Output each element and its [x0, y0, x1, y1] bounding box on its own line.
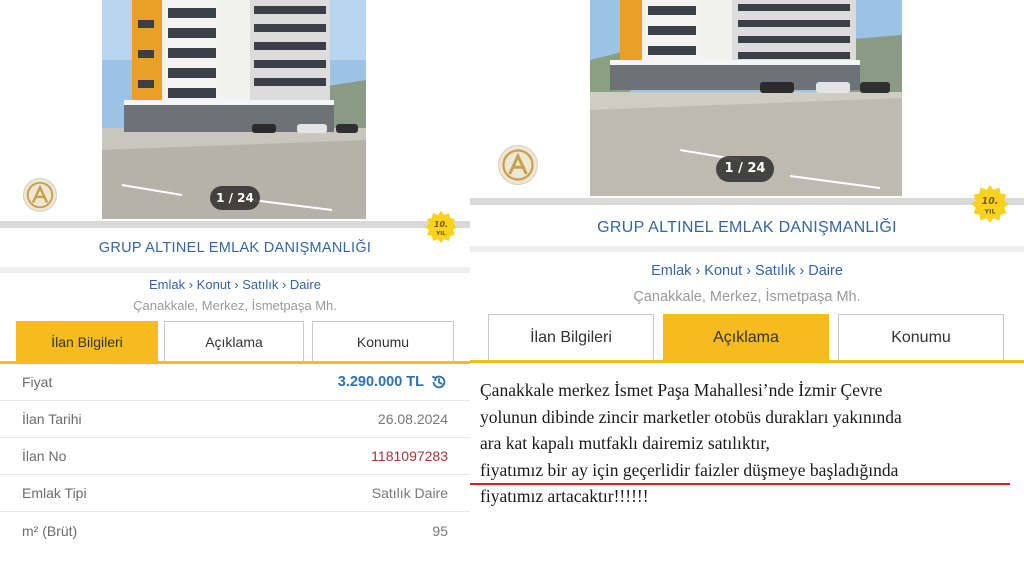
- tab-listing-info[interactable]: İlan Bilgileri: [488, 314, 654, 362]
- section-separator: [470, 246, 1024, 252]
- header-divider: [0, 221, 470, 228]
- description-line: Çanakkale merkez İsmet Paşa Mahallesi’nd…: [480, 380, 883, 400]
- description-line: yolunun dibinde zincir marketler otobüs …: [480, 406, 902, 427]
- listing-date-label: İlan Tarihi: [22, 411, 82, 427]
- tab-listing-info[interactable]: İlan Bilgileri: [16, 321, 158, 363]
- info-row-price: Fiyat 3.290.000 TL: [0, 364, 470, 401]
- info-row-listing-date: İlan Tarihi 26.08.2024: [0, 401, 470, 438]
- breadcrumb[interactable]: Emlak › Konut › Satılık › Daire: [0, 277, 470, 292]
- tab-description[interactable]: Açıklama: [164, 321, 304, 363]
- photo-counter: 1 / 24: [716, 156, 774, 182]
- info-row-property-type: Emlak Tipi Satılık Daire: [0, 475, 470, 512]
- listing-no-value: 1181097283: [371, 448, 448, 464]
- highlight-underline: [470, 483, 1010, 485]
- price-value: 3.290.000 TL: [337, 374, 424, 390]
- price-history-icon[interactable]: [430, 373, 448, 391]
- badge-word: YIL: [983, 207, 995, 215]
- tab-underline: [470, 360, 1024, 363]
- header-divider: [470, 198, 1024, 205]
- section-separator: [0, 267, 470, 273]
- info-table: Fiyat 3.290.000 TL İlan Tarihi 26.08.202…: [0, 364, 470, 549]
- location-text: Çanakkale, Merkez, İsmetpaşa Mh.: [633, 289, 861, 305]
- gross-area-value: 95: [432, 522, 448, 539]
- tab-bar: İlan Bilgileri Açıklama Konumu: [16, 321, 454, 363]
- description-line: ara kat kapalı mutfaklı dairemiz satılık…: [480, 433, 770, 453]
- tab-location[interactable]: Konumu: [312, 321, 454, 363]
- listing-details-screen: 1 / 24 10. YIL GRUP ALTINEL EMLAK DANIŞM…: [0, 0, 470, 576]
- tab-location[interactable]: Konumu: [838, 314, 1004, 362]
- info-row-gross-area: m² (Brüt) 95: [0, 512, 470, 549]
- photo-counter: 1 / 24: [210, 186, 260, 210]
- tab-description[interactable]: Açıklama: [663, 314, 829, 362]
- property-type-value: Satılık Daire: [371, 485, 448, 501]
- listing-no-label: İlan No: [22, 448, 67, 464]
- tab-bar: İlan Bilgileri Açıklama Konumu: [488, 314, 1004, 362]
- description-line: fiyatımız artacaktır!!!!!!: [480, 486, 649, 506]
- listing-description-screen: 1 / 24 10. YIL GRUP ALTINEL EMLAK DANIŞM…: [470, 0, 1024, 576]
- gross-area-label: m² (Brüt): [22, 522, 78, 539]
- property-type-label: Emlak Tipi: [22, 485, 87, 501]
- info-row-listing-no: İlan No 1181097283: [0, 438, 470, 475]
- badge-years: 10.: [982, 196, 999, 207]
- location-text: Çanakkale, Merkez, İsmetpaşa Mh.: [133, 298, 337, 313]
- badge-word: YIL: [435, 231, 446, 237]
- listing-date-value: 26.08.2024: [377, 411, 448, 427]
- description-text: Çanakkale merkez İsmet Paşa Mahallesi’nd…: [480, 377, 1020, 510]
- breadcrumb[interactable]: Emlak › Konut › Satılık › Daire: [470, 263, 1024, 279]
- altinel-logo-icon[interactable]: [23, 178, 57, 212]
- altinel-logo-icon[interactable]: [498, 145, 538, 185]
- office-name-link[interactable]: GRUP ALTINEL EMLAK DANIŞMANLIĞI: [470, 219, 1024, 237]
- 10-year-badge-icon: 10. YIL: [970, 184, 1010, 224]
- 10-year-badge-icon: 10. YIL: [424, 210, 458, 244]
- description-line: fiyatımız bir ay için geçerlidir faizler…: [480, 459, 899, 480]
- badge-years: 10.: [434, 220, 448, 229]
- office-name-link[interactable]: GRUP ALTINEL EMLAK DANIŞMANLIĞI: [0, 240, 470, 256]
- price-label: Fiyat: [22, 374, 53, 390]
